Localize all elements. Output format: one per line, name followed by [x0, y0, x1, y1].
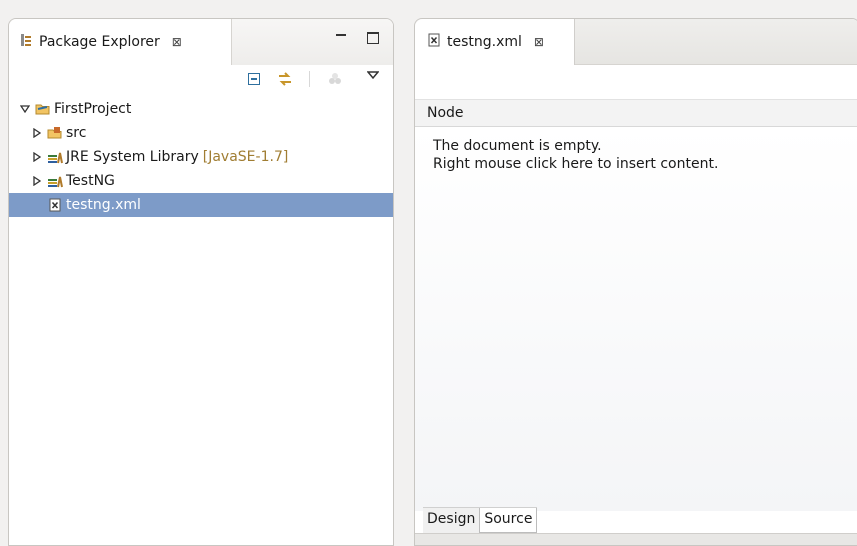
tree-item-label: src [66, 125, 87, 141]
tree-item-firstproject[interactable]: FirstProject [9, 97, 393, 121]
minimize-icon[interactable] [334, 31, 348, 45]
library-icon [47, 173, 63, 189]
bottom-scrollbar[interactable] [415, 533, 857, 545]
package-explorer-tab[interactable]: Package Explorer ⊠ [9, 19, 232, 65]
source-folder-icon [47, 125, 63, 141]
toolbar-separator [309, 71, 310, 87]
tree-item-decoration: [JavaSE-1.7] [202, 149, 289, 165]
empty-message-line: Right mouse click here to insert content… [433, 156, 719, 172]
package-explorer-icon [19, 33, 33, 51]
tree-item-label: testng.xml [66, 197, 141, 213]
design-view[interactable]: Node The document is empty. Right mouse … [415, 65, 857, 545]
collapsed-twisty-icon[interactable] [31, 151, 43, 163]
node-header-label: Node [427, 105, 464, 121]
editor-tabbar: testng.xml ⊠ [415, 19, 857, 65]
editor-page-tabs: Design Source [423, 507, 538, 533]
tree-item-src[interactable]: src [9, 121, 393, 145]
focus-icon[interactable] [327, 71, 343, 87]
empty-document-message: The document is empty. Right mouse click… [433, 137, 718, 173]
link-with-editor-icon[interactable] [277, 71, 293, 87]
editor-tab-label: testng.xml [447, 34, 522, 50]
collapse-all-icon[interactable] [247, 71, 263, 87]
project-tree: FirstProject src JRE System Library [Jav… [9, 97, 393, 217]
package-explorer-header: Package Explorer ⊠ [9, 19, 393, 65]
expanded-twisty-icon[interactable] [19, 103, 31, 115]
tab-design[interactable]: Design [423, 508, 480, 533]
close-view-icon[interactable]: ⊠ [172, 35, 182, 49]
tab-source[interactable]: Source [479, 508, 538, 533]
xml-file-icon [47, 197, 63, 213]
design-canvas[interactable] [415, 127, 857, 511]
tree-item-label: TestNG [66, 173, 115, 189]
tree-item-testng-xml[interactable]: testng.xml [9, 193, 393, 217]
collapsed-twisty-icon[interactable] [31, 127, 43, 139]
xml-editor: testng.xml ⊠ Node The document is empty.… [414, 18, 857, 546]
empty-message-line: The document is empty. [433, 138, 602, 154]
package-explorer-view: Package Explorer ⊠ FirstProject src JRE … [8, 18, 394, 546]
project-folder-icon [35, 101, 51, 117]
close-editor-icon[interactable]: ⊠ [534, 35, 544, 49]
tree-item-testng[interactable]: TestNG [9, 169, 393, 193]
tree-item-jre-system-library[interactable]: JRE System Library [JavaSE-1.7] [9, 145, 393, 169]
editor-tab-testng-xml[interactable]: testng.xml ⊠ [415, 19, 575, 65]
package-explorer-toolbar [9, 65, 393, 95]
node-column-header: Node [415, 99, 857, 127]
library-icon [47, 149, 63, 165]
tree-item-label: FirstProject [54, 101, 132, 117]
view-menu-icon[interactable] [366, 69, 383, 85]
collapsed-twisty-icon[interactable] [31, 175, 43, 187]
tree-item-label: JRE System Library [66, 149, 199, 165]
package-explorer-title: Package Explorer [39, 34, 160, 50]
xml-file-icon [427, 32, 441, 52]
maximize-icon[interactable] [366, 31, 380, 45]
